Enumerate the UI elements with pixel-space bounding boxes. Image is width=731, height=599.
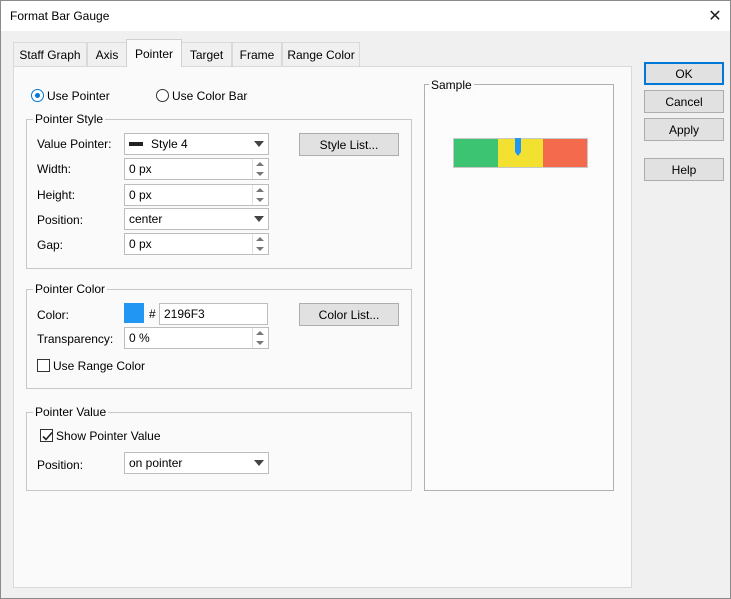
color-label: Color: [37, 308, 70, 322]
pointer-style-title: Pointer Style [33, 112, 106, 126]
pointer-color-title: Pointer Color [33, 282, 108, 296]
dialog-title: Format Bar Gauge [10, 9, 110, 23]
title-bar: Format Bar Gauge ✕ [1, 1, 730, 31]
button-label: Color List... [318, 307, 380, 322]
ok-button[interactable]: OK [644, 62, 724, 85]
tab-target[interactable]: Target [181, 42, 232, 66]
tab-label: Range Color [287, 47, 355, 62]
checkmark-icon [42, 431, 53, 441]
use-color-bar-label: Use Color Bar [172, 89, 248, 103]
tab-label: Pointer [134, 46, 174, 61]
gap-label: Gap: [37, 238, 64, 252]
spinner-arrows-icon[interactable] [252, 159, 268, 179]
tab-label: Staff Graph [19, 47, 81, 62]
color-hex-value: 2196F3 [164, 307, 205, 321]
spinner-arrows-icon[interactable] [252, 234, 268, 254]
color-swatch[interactable] [124, 303, 144, 323]
button-label: Help [671, 162, 697, 177]
cancel-button[interactable]: Cancel [644, 90, 724, 113]
transparency-value: 0 % [129, 331, 150, 345]
use-pointer-label: Use Pointer [47, 89, 110, 103]
use-range-color-label: Use Range Color [53, 359, 146, 373]
format-bar-gauge-dialog: Format Bar Gauge ✕ Staff Graph Axis Poin… [0, 0, 731, 599]
show-pointer-value-checkbox[interactable] [40, 429, 53, 442]
value-pointer-combo[interactable]: Style 4 [124, 133, 269, 155]
tab-pointer[interactable]: Pointer [126, 39, 182, 67]
hash-label: # [149, 307, 156, 321]
use-color-bar-radio[interactable] [156, 89, 169, 102]
width-value: 0 px [129, 162, 152, 176]
use-pointer-radio[interactable] [31, 89, 44, 102]
button-label: Apply [668, 122, 700, 137]
width-spinner[interactable]: 0 px [124, 158, 269, 180]
show-pointer-value-label: Show Pointer Value [56, 429, 161, 443]
height-label: Height: [37, 188, 76, 202]
spinner-arrows-icon[interactable] [252, 328, 268, 348]
value-pointer-label: Value Pointer: [37, 137, 112, 151]
height-value: 0 px [129, 188, 152, 202]
sample-pointer-icon [515, 138, 521, 156]
pointer-value-title: Pointer Value [33, 405, 109, 419]
value-pointer-value: Style 4 [151, 137, 188, 151]
transparency-label: Transparency: [37, 332, 114, 346]
color-list-button[interactable]: Color List... [299, 303, 399, 326]
tab-axis[interactable]: Axis [87, 42, 127, 66]
sample-title: Sample [429, 78, 474, 92]
width-label: Width: [37, 162, 72, 176]
chevron-down-icon [250, 134, 268, 154]
tab-label: Axis [95, 47, 119, 62]
tab-frame[interactable]: Frame [232, 42, 282, 66]
button-label: OK [675, 66, 693, 81]
pointer-style-preview-icon [129, 142, 143, 146]
close-icon[interactable]: ✕ [704, 5, 726, 27]
position-value: center [129, 212, 163, 226]
tab-label: Frame [239, 47, 275, 62]
tab-staff-graph[interactable]: Staff Graph [13, 42, 87, 66]
position-combo[interactable]: center [124, 208, 269, 230]
tab-label: Target [189, 47, 224, 62]
height-spinner[interactable]: 0 px [124, 184, 269, 206]
pointer-value-position-label: Position: [37, 458, 84, 472]
help-button[interactable]: Help [644, 158, 724, 181]
chevron-down-icon [250, 453, 268, 473]
use-range-color-checkbox[interactable] [37, 359, 50, 372]
transparency-spinner[interactable]: 0 % [124, 327, 269, 349]
spinner-arrows-icon[interactable] [252, 185, 268, 205]
range-segment-high [542, 139, 587, 167]
range-segment-low [454, 139, 499, 167]
button-label: Style List... [319, 137, 379, 152]
chevron-down-icon [250, 209, 268, 229]
style-list-button[interactable]: Style List... [299, 133, 399, 156]
tab-range-color[interactable]: Range Color [282, 42, 360, 66]
pointer-value-position-value: on pointer [129, 456, 183, 470]
button-label: Cancel [665, 94, 703, 109]
gap-spinner[interactable]: 0 px [124, 233, 269, 255]
position-label: Position: [37, 213, 84, 227]
color-hex-input[interactable]: 2196F3 [159, 303, 268, 325]
pointer-value-position-combo[interactable]: on pointer [124, 452, 269, 474]
apply-button[interactable]: Apply [644, 118, 724, 141]
gap-value: 0 px [129, 237, 152, 251]
